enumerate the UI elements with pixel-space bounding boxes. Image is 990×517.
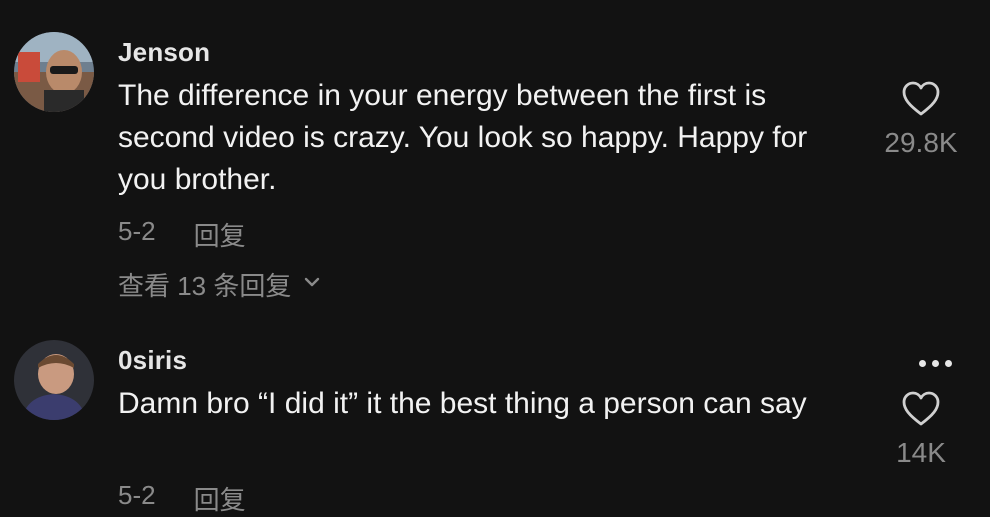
reply-button[interactable]: 回复 [194,216,246,253]
avatar[interactable] [14,32,94,112]
like-count: 14K [896,437,946,468]
comment-text: Damn bro “I did it” it the best thing a … [118,387,807,420]
like-area: 29.8K [866,80,976,159]
comment-date: 5-2 [118,480,156,510]
comment-item-jenson: Jenson The difference in your energy bet… [0,0,990,320]
avatar[interactable] [14,340,94,420]
more-horizontal-icon[interactable] [919,360,952,367]
comment-text: The difference in your energy between th… [118,79,808,196]
like-count: 29.8K [884,127,958,158]
comment-item-osiris: 0siris Damn bro “I did it” it the best t… [0,320,990,515]
comment-meta: 5-2 回复 [118,216,246,253]
like-area: 14K [866,390,976,469]
chevron-down-icon [301,269,323,300]
comment-date: 5-2 [118,216,156,246]
comment-username[interactable]: 0siris [118,345,187,376]
reply-button[interactable]: 回复 [194,480,246,517]
heart-outline-icon[interactable] [901,390,941,433]
comment-username[interactable]: Jenson [118,37,210,68]
comment-meta: 5-2 回复 [118,480,246,517]
view-replies-label: 查看 13 条回复 [118,271,292,301]
heart-outline-icon[interactable] [901,80,941,123]
view-replies-button[interactable]: 查看 13 条回复 [118,266,323,303]
